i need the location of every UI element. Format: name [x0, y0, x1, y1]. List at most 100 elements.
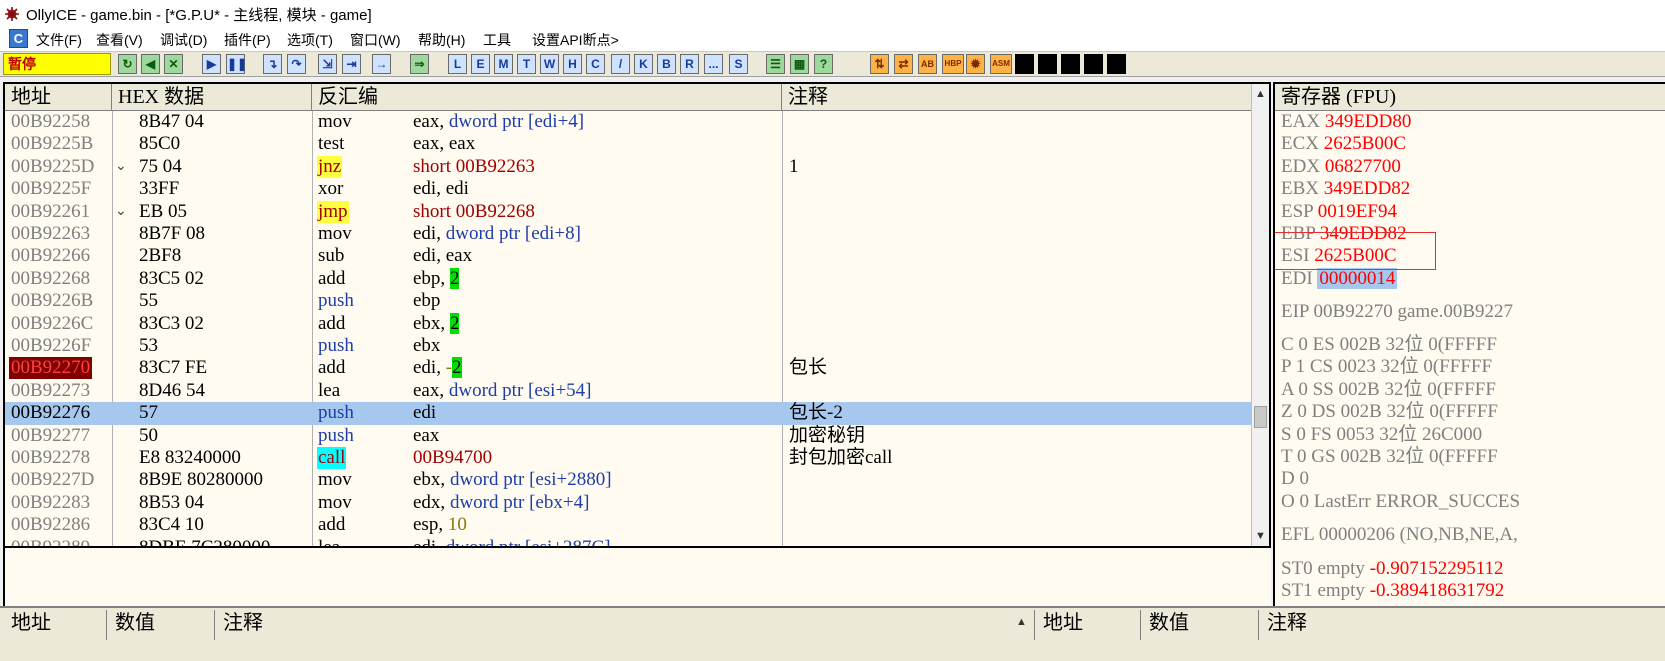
plugin-ab-icon[interactable]: AB: [918, 54, 937, 74]
menu-debug[interactable]: 调试(D): [160, 30, 207, 50]
disasm-row[interactable]: 00B9226F 53 push ebx: [5, 335, 1253, 357]
menu-file[interactable]: 文件(F): [36, 30, 82, 50]
disasm-row[interactable]: 00B92278 E8 83240000 call 00B94700 封包加密c…: [5, 447, 1253, 469]
dump-header-address[interactable]: 地址: [3, 610, 107, 640]
toolbar-button-r[interactable]: R: [680, 54, 699, 74]
efl-row[interactable]: EFL 00000206 (NO,NB,NE,A,: [1281, 524, 1518, 546]
column-header-hex[interactable]: HEX 数据: [112, 84, 312, 111]
disasm-row[interactable]: 00B9226B 55 push ebp: [5, 290, 1253, 312]
fpu-st1[interactable]: ST1 empty -0.389418631792: [1281, 580, 1504, 602]
fpu-st0[interactable]: ST0 empty -0.907152295112: [1281, 558, 1504, 580]
black-square-icon[interactable]: [1084, 54, 1103, 74]
dump-header-comment[interactable]: 注释: [215, 610, 1035, 640]
disasm-row[interactable]: 00B92286 83C4 10 add esp, 10: [5, 514, 1253, 536]
close-icon[interactable]: ✕: [164, 54, 183, 74]
stack-header-comment[interactable]: 注释: [1259, 610, 1665, 640]
toolbar-button-h[interactable]: H: [563, 54, 582, 74]
toolbar-button-s[interactable]: S: [729, 54, 748, 74]
execute-till-return-icon[interactable]: →: [372, 54, 391, 74]
list-icon[interactable]: ☰: [766, 54, 785, 74]
flag-row[interactable]: P 1 CS 0023 32位 0(FFFFF: [1281, 356, 1492, 378]
rewind-icon[interactable]: ◀: [141, 54, 160, 74]
menu-view[interactable]: 查看(V): [96, 30, 143, 50]
grid-icon[interactable]: ▦: [790, 54, 809, 74]
scroll-up-icon[interactable]: ▲: [1255, 88, 1266, 100]
trace-into-icon[interactable]: ⇲: [318, 54, 337, 74]
menu-window[interactable]: 窗口(W): [350, 30, 401, 50]
disasm-row[interactable]: 00B92263 8B7F 08 mov edi, dword ptr [edi…: [5, 223, 1253, 245]
info-pane[interactable]: [3, 548, 1271, 606]
flag-row[interactable]: A 0 SS 002B 32位 0(FFFFF: [1281, 379, 1496, 401]
disasm-scrollbar[interactable]: ▲ ▼: [1251, 84, 1269, 546]
pause-icon[interactable]: ❚❚: [226, 54, 247, 74]
step-over-icon[interactable]: ↷: [287, 54, 306, 74]
toolbar-button-ellipsis[interactable]: ...: [704, 54, 723, 74]
dump-header-value[interactable]: 数值: [107, 610, 215, 640]
menu-options[interactable]: 选项(T): [287, 30, 333, 50]
register-eax[interactable]: EAX 349EDD80: [1281, 111, 1411, 133]
register-eip[interactable]: EIP 00B92270 game.00B9227: [1281, 301, 1513, 323]
plugin-target-icon[interactable]: ✹: [966, 54, 985, 74]
flag-row[interactable]: C 0 ES 002B 32位 0(FFFFF: [1281, 334, 1497, 356]
disassembly-pane[interactable]: 地址 HEX 数据 反汇编 注释 00B92258 8B47 04 mov ea…: [3, 82, 1271, 548]
disasm-row[interactable]: 00B9226C 83C3 02 add ebx, 2: [5, 312, 1253, 335]
disasm-row[interactable]: 00B92277 50 push eax 加密秘钥: [5, 425, 1253, 447]
flag-row[interactable]: O 0 LastErr ERROR_SUCCES: [1281, 491, 1520, 513]
disasm-row[interactable]: 00B9225D ⌄ 75 04 jnz short 00B92263 1: [5, 155, 1253, 178]
menu-plugins[interactable]: 插件(P): [224, 30, 271, 50]
disasm-row[interactable]: 00B92289 8DBE 7C280000 lea edi, dword pt…: [5, 537, 1253, 546]
disasm-row[interactable]: 00B92273 8D46 54 lea eax, dword ptr [esi…: [5, 380, 1253, 402]
register-ecx[interactable]: ECX 2625B00C: [1281, 133, 1406, 155]
menu-help[interactable]: 帮助(H): [418, 30, 465, 50]
step-into-icon[interactable]: ↴: [263, 54, 282, 74]
black-square-icon[interactable]: [1107, 54, 1126, 74]
disasm-row[interactable]: 00B92268 83C5 02 add ebp, 2: [5, 267, 1253, 290]
scroll-up-icon[interactable]: ▲: [1016, 616, 1027, 628]
open-icon[interactable]: ↻: [118, 54, 137, 74]
disasm-row[interactable]: 00B92258 8B47 04 mov eax, dword ptr [edi…: [5, 111, 1253, 133]
toolbar-button-slash[interactable]: /: [611, 54, 630, 74]
toolbar-button-m[interactable]: M: [494, 54, 513, 74]
flag-row[interactable]: T 0 GS 002B 32位 0(FFFFF: [1281, 446, 1498, 468]
register-esp[interactable]: ESP 0019EF94: [1281, 201, 1397, 223]
menu-tools[interactable]: 工具: [483, 30, 511, 50]
scroll-down-icon[interactable]: ▼: [1255, 530, 1266, 542]
registers-pane[interactable]: 寄存器 (FPU) EAX 349EDD80 ECX 2625B00C EDX …: [1273, 82, 1665, 606]
disasm-row-selected[interactable]: 00B92276 57 push edi 包长-2: [5, 402, 1253, 425]
toolbar-button-k[interactable]: K: [634, 54, 653, 74]
black-square-icon[interactable]: [1038, 54, 1057, 74]
disasm-row[interactable]: 00B92261 ⌄ EB 05 jmp short 00B92268: [5, 200, 1253, 223]
plugin-arrows-icon[interactable]: ⇅: [870, 54, 889, 74]
disasm-row[interactable]: 00B9227D 8B9E 80280000 mov ebx, dword pt…: [5, 469, 1253, 491]
disasm-row[interactable]: 00B9225F 33FF xor edi, edi: [5, 178, 1253, 200]
plugin-asm-icon[interactable]: ASM: [990, 54, 1012, 74]
goto-icon[interactable]: ⇒: [410, 54, 429, 74]
black-square-icon[interactable]: [1015, 54, 1034, 74]
toolbar-button-c[interactable]: C: [586, 54, 605, 74]
toolbar-button-b[interactable]: B: [657, 54, 676, 74]
disasm-row-eip[interactable]: 00B92270 83C7 FE add edi, -2 包长: [5, 357, 1253, 380]
run-icon[interactable]: ▶: [202, 54, 221, 74]
plugin-hbp-icon[interactable]: HBP: [942, 54, 964, 74]
register-edx[interactable]: EDX 06827700: [1281, 156, 1401, 178]
disasm-row[interactable]: 00B9225B 85C0 test eax, eax: [5, 133, 1253, 155]
column-header-address[interactable]: 地址: [5, 84, 112, 111]
register-ebx[interactable]: EBX 349EDD82: [1281, 178, 1410, 200]
flag-row[interactable]: D 0: [1281, 468, 1309, 490]
column-header-comment[interactable]: 注释: [782, 84, 1253, 111]
register-edi[interactable]: EDI 00000014: [1281, 267, 1398, 290]
column-header-disassembly[interactable]: 反汇编: [312, 84, 782, 111]
toolbar-button-e[interactable]: E: [471, 54, 490, 74]
flag-row[interactable]: Z 0 DS 002B 32位 0(FFFFF: [1281, 401, 1498, 423]
stack-header-value[interactable]: 数值: [1141, 610, 1259, 640]
disasm-row[interactable]: 00B92283 8B53 04 mov edx, dword ptr [ebx…: [5, 492, 1253, 514]
registers-header[interactable]: 寄存器 (FPU): [1275, 84, 1665, 111]
menu-set-api-breakpoint[interactable]: 设置API断点>: [532, 30, 619, 50]
trace-over-icon[interactable]: ⇥: [342, 54, 361, 74]
black-square-icon[interactable]: [1061, 54, 1080, 74]
disasm-row[interactable]: 00B92266 2BF8 sub edi, eax: [5, 245, 1253, 267]
plugin-swap-icon[interactable]: ⇄: [894, 54, 913, 74]
toolbar-button-l[interactable]: L: [448, 54, 467, 74]
scrollbar-thumb[interactable]: [1254, 406, 1267, 428]
help-icon[interactable]: ?: [814, 54, 833, 74]
